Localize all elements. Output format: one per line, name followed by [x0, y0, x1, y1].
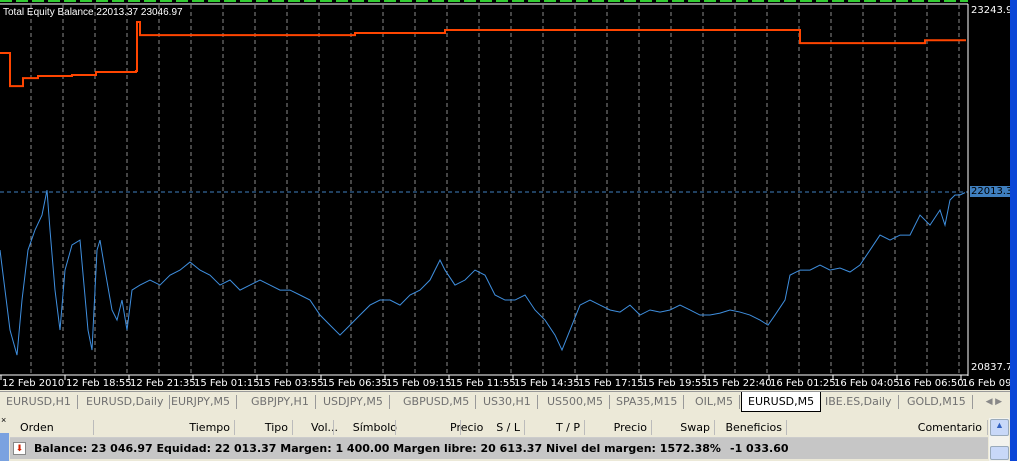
chart-tab[interactable]: SPA35,M15: [610, 395, 685, 409]
column-header[interactable]: Swap: [680, 421, 710, 434]
column-header[interactable]: Comentario: [918, 421, 982, 434]
column-header[interactable]: T / P: [556, 421, 580, 434]
x-tick-label: 15 Feb 19:55: [642, 378, 708, 389]
column-header[interactable]: Tipo: [265, 421, 288, 434]
chart-tab[interactable]: US30,H1: [477, 395, 538, 409]
chart-tab[interactable]: EURUSD,H1: [0, 395, 78, 409]
window-border: [1010, 0, 1017, 461]
x-tick-label: 12 Feb 21:35: [130, 378, 196, 389]
chart-title: Total Equity Balance 22013.37 23046.97: [3, 7, 183, 18]
x-tick-label: 15 Feb 11:55: [450, 378, 516, 389]
chart-tabs: EURUSD,H1 EURUSD,Daily EURJPY,M5 GBPJPY,H1 U…: [0, 391, 1010, 413]
x-tick-label: 16 Feb 09:3: [962, 378, 1017, 389]
x-tick-label: 15 Feb 14:35: [514, 378, 580, 389]
equity-chart[interactable]: Total Equity Balance 22013.37 23046.97 2…: [0, 0, 1017, 390]
scroll-up-button[interactable]: ▲: [990, 419, 1009, 436]
table-header: Orden Tiempo Tipo Vol... Símbolo Precio S / LT…: [10, 418, 988, 438]
x-tick-label: 16 Feb 06:50: [898, 378, 964, 389]
x-tick-label: 15 Feb 01:15: [194, 378, 260, 389]
chart-tab[interactable]: EURUSD,M5: [741, 392, 822, 412]
column-header[interactable]: S / L: [496, 421, 520, 434]
x-tick-label: 15 Feb 22:40: [706, 378, 772, 389]
chart-tab[interactable]: EURUSD,Daily: [80, 395, 171, 409]
close-icon[interactable]: ×: [1, 415, 6, 425]
x-tick-label: 12 Feb 18:55: [66, 378, 132, 389]
account-summary: Balance: 23 046.97 Equidad: 22 013.37 Ma…: [34, 442, 721, 455]
scrollbar[interactable]: ▲: [989, 418, 1009, 461]
chart-tab[interactable]: EURJPY,M5: [165, 395, 237, 409]
arrow-down-icon: ⬇: [13, 442, 26, 455]
column-header[interactable]: Beneficios: [725, 421, 782, 434]
x-tick-label: 16 Feb 01:25: [770, 378, 836, 389]
column-header[interactable]: Símbolo: [353, 421, 397, 434]
chart-tab[interactable]: GOLD,M15: [901, 395, 973, 409]
x-tick-label: 15 Feb 09:15: [386, 378, 452, 389]
chart-tab[interactable]: GBPJPY,H1: [245, 395, 316, 409]
profit-value: -1 033.60: [730, 442, 789, 455]
x-tick-label: 12 Feb 2010: [2, 378, 65, 389]
column-header[interactable]: Tiempo: [189, 421, 230, 434]
column-header[interactable]: Precio: [450, 421, 483, 434]
x-tick-label: 15 Feb 17:15: [578, 378, 644, 389]
current-value-label: 22013.37: [970, 186, 1010, 197]
chart-tab[interactable]: US500,M5: [541, 395, 611, 409]
chart-tab[interactable]: OIL,M5: [689, 395, 741, 409]
column-header[interactable]: Precio: [614, 421, 647, 434]
chart-tab[interactable]: IBE.ES,Daily: [819, 395, 899, 409]
equity-line: [0, 190, 966, 356]
x-tick-label: 15 Feb 03:55: [258, 378, 324, 389]
balance-line: [0, 21, 966, 88]
summary-row[interactable]: ⬇ Balance: 23 046.97 Equidad: 22 013.37 …: [10, 438, 988, 459]
x-tick-label: 15 Feb 06:35: [322, 378, 388, 389]
chart-tab[interactable]: USDJPY,M5: [317, 395, 390, 409]
chart-tab[interactable]: GBPUSD,M5: [397, 395, 477, 409]
x-tick-label: 16 Feb 04:05: [834, 378, 900, 389]
scroll-thumb[interactable]: [990, 446, 1009, 460]
chart-canvas: [0, 0, 969, 380]
terminal-side: ×: [0, 413, 9, 461]
terminal-panel: × Orden Tiempo Tipo Vol... Símbolo Precio S / …: [0, 413, 1010, 461]
tab-scroll-arrows[interactable]: ◀ ▶: [986, 396, 1002, 407]
column-header[interactable]: Orden: [20, 421, 54, 434]
